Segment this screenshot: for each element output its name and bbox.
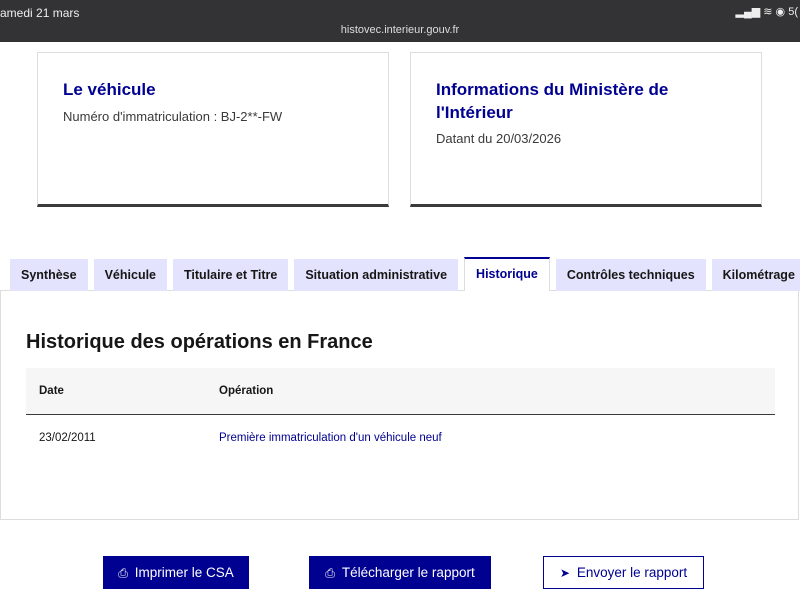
table-header: Date Opération (26, 368, 775, 415)
info-date: Datant du 20/03/2026 (436, 131, 562, 146)
history-panel: Historique des opérations en France Date… (0, 290, 799, 520)
section-title: Historique des opérations en France (26, 331, 373, 353)
tab-kilometrage[interactable]: Kilométrage (711, 259, 800, 291)
tab-vehicule[interactable]: Véhicule (93, 259, 168, 291)
card-title: Informations du Ministère de l'Intérieur (436, 80, 669, 122)
send-report-button[interactable]: ➤ Envoyer le rapport (543, 556, 704, 589)
tab-bar: Synthèse Véhicule Titulaire et Titre Sit… (10, 257, 800, 291)
print-csa-button[interactable]: ⎙ Imprimer le CSA (103, 556, 249, 589)
download-report-button[interactable]: ⎙ Télécharger le rapport (309, 556, 491, 589)
table-row: 23/02/2011 Première immatriculation d'un… (26, 415, 775, 461)
status-icons: ▂▄▆ ≋ ◉ 5( (735, 6, 798, 18)
row-operation: Première immatriculation d'un véhicule n… (219, 432, 442, 444)
printer-icon: ⎙ (325, 566, 335, 580)
tab-situation[interactable]: Situation administrative (294, 259, 459, 291)
printer-icon: ⎙ (118, 566, 128, 580)
column-date: Date (39, 385, 64, 397)
tab-controles[interactable]: Contrôles techniques (555, 259, 706, 291)
tab-titulaire[interactable]: Titulaire et Titre (173, 259, 289, 291)
row-date: 23/02/2011 (39, 432, 96, 444)
url-bar[interactable]: histovec.interieur.gouv.fr (0, 24, 800, 36)
button-label: Télécharger le rapport (341, 565, 475, 580)
status-bar: amedi 21 mars histovec.interieur.gouv.fr… (0, 0, 800, 42)
button-label: Imprimer le CSA (134, 565, 234, 580)
column-operation: Opération (219, 385, 274, 397)
registration-number: Numéro d'immatriculation : BJ-2**-FW (63, 109, 283, 124)
tab-historique[interactable]: Historique (464, 257, 550, 291)
status-date: amedi 21 mars (0, 6, 80, 20)
button-label: Envoyer le rapport (576, 565, 688, 580)
tab-synthese[interactable]: Synthèse (10, 259, 88, 291)
card-title: Le véhicule (63, 80, 156, 99)
ministry-card: Informations du Ministère de l'Intérieur… (410, 52, 762, 207)
vehicle-card: Le véhicule Numéro d'immatriculation : B… (37, 52, 389, 207)
send-icon: ➤ (559, 566, 570, 580)
